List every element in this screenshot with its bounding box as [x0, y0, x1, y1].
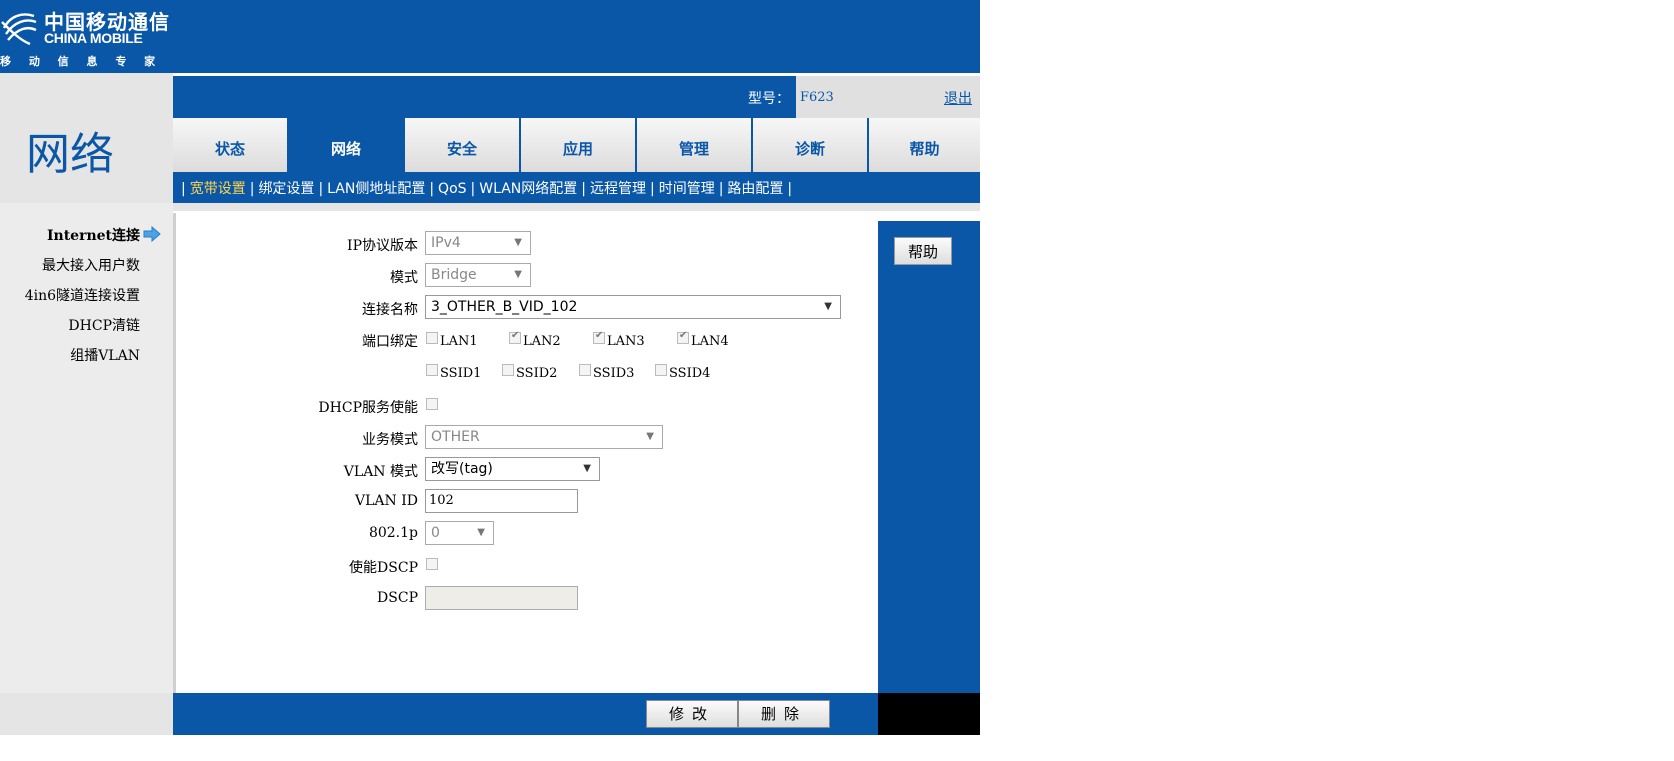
help-column — [878, 221, 980, 693]
sidebar-item-4in6[interactable]: 4in6隧道连接设置 — [0, 285, 140, 305]
tab-help[interactable]: 帮助 — [869, 118, 980, 172]
separator: | — [581, 181, 586, 197]
vlan-id-input[interactable]: 102 — [425, 489, 578, 513]
main-tabs: 状态 网络 安全 应用 管理 诊断 帮助 — [173, 118, 980, 172]
lan3-label: LAN3 — [607, 334, 645, 349]
service-mode-label: 业务模式 — [362, 432, 418, 448]
divider-strip — [173, 203, 980, 211]
ssid3-label: SSID3 — [593, 366, 635, 381]
ip-version-label: IP协议版本 — [347, 238, 418, 254]
caret-down-icon: ▼ — [477, 527, 485, 538]
conn-name-select[interactable]: 3_OTHER_B_VID_102 ▼ — [425, 295, 841, 319]
dscp-enable-checkbox[interactable] — [426, 558, 438, 570]
ssid4-checkbox[interactable] — [655, 364, 667, 376]
page-title: 网络 — [26, 129, 114, 180]
mode-select[interactable]: Bridge ▼ — [425, 263, 531, 287]
separator: | — [318, 181, 324, 197]
separator: | — [470, 181, 476, 197]
separator: | — [649, 181, 655, 197]
ssid1-label: SSID1 — [440, 366, 482, 381]
separator: | — [787, 181, 793, 197]
modify-button[interactable]: 修改 — [646, 700, 738, 728]
dscp-input[interactable] — [425, 586, 578, 610]
dscp-label: DSCP — [377, 590, 418, 606]
vlan-id-label: VLAN ID — [355, 493, 418, 509]
vlan-mode-label: VLAN 模式 — [343, 464, 418, 480]
port-bind-label: 端口绑定 — [362, 334, 418, 350]
lan2-checkbox[interactable] — [509, 330, 521, 344]
sidebar — [0, 203, 173, 693]
caret-down-icon: ▼ — [514, 237, 522, 248]
caret-down-icon: ▼ — [583, 463, 591, 474]
service-mode-value: OTHER — [431, 429, 480, 445]
conn-name-label: 连接名称 — [362, 302, 418, 318]
ssid2-checkbox[interactable] — [502, 364, 514, 376]
mode-label: 模式 — [390, 270, 418, 286]
vlan-mode-value: 改写(tag) — [431, 461, 493, 477]
separator: | — [429, 181, 435, 197]
bottom-left-strip — [0, 693, 173, 735]
subnav-route-config[interactable]: 路由配置 — [727, 181, 783, 197]
sidebar-item-multicast-vlan[interactable]: 组播VLAN — [0, 345, 140, 365]
tab-management[interactable]: 管理 — [637, 118, 753, 172]
8021p-label: 802.1p — [368, 525, 418, 541]
dhcp-enable-label: DHCP服务使能 — [318, 400, 418, 416]
ssid2-label: SSID2 — [516, 366, 558, 381]
model-value: F623 — [800, 90, 834, 105]
arrow-right-icon — [143, 226, 161, 242]
caret-down-icon: ▼ — [824, 301, 832, 312]
delete-button[interactable]: 删除 — [738, 700, 830, 728]
lan4-checkbox[interactable] — [677, 330, 689, 344]
caret-down-icon: ▼ — [646, 431, 654, 442]
ssid3-checkbox[interactable] — [579, 364, 591, 376]
brand-slogan: 移 动 信 息 专 家 — [0, 55, 156, 68]
subnav-remote-management[interactable]: 远程管理 — [590, 181, 646, 197]
dscp-enable-label: 使能DSCP — [349, 560, 418, 576]
sub-navigation: | 宽带设置 | 绑定设置 | LAN侧地址配置 | QoS | WLAN网络配置 | 远程管理 | 时间… — [173, 172, 980, 203]
sidebar-item-dhcp-clear[interactable]: DHCP清链 — [0, 315, 140, 335]
8021p-value: 0 — [431, 525, 440, 541]
lan4-label: LAN4 — [691, 334, 729, 349]
ssid4-label: SSID4 — [669, 366, 711, 381]
ip-version-select[interactable]: IPv4 ▼ — [425, 231, 531, 255]
router-admin-app: 中国移动通信 CHINA MOBILE 移 动 信 息 专 家 网络 型号： F… — [0, 0, 980, 735]
lan1-checkbox[interactable] — [426, 332, 438, 344]
tab-status[interactable]: 状态 — [173, 118, 289, 172]
china-mobile-logo-icon — [1, 13, 37, 46]
caret-down-icon: ▼ — [514, 269, 522, 280]
subnav-binding[interactable]: 绑定设置 — [258, 181, 314, 197]
lan1-label: LAN1 — [440, 334, 478, 349]
subnav-wlan[interactable]: WLAN网络配置 — [479, 181, 577, 197]
tab-network[interactable]: 网络 — [289, 118, 405, 172]
bottom-right-block — [878, 693, 980, 735]
ip-version-value: IPv4 — [431, 235, 461, 251]
conn-name-value: 3_OTHER_B_VID_102 — [431, 299, 578, 315]
separator: | — [181, 181, 186, 197]
subnav-lan-address[interactable]: LAN侧地址配置 — [327, 181, 425, 197]
subnav-qos[interactable]: QoS — [438, 181, 466, 197]
tab-security[interactable]: 安全 — [405, 118, 521, 172]
help-button[interactable]: 帮助 — [894, 237, 952, 265]
brand-name-en: CHINA MOBILE — [44, 30, 143, 46]
tab-application[interactable]: 应用 — [521, 118, 637, 172]
separator: | — [249, 181, 255, 197]
8021p-select[interactable]: 0 ▼ — [425, 521, 494, 545]
mode-value: Bridge — [431, 267, 477, 283]
china-mobile-logo: 中国移动通信 CHINA MOBILE 移 动 信 息 专 家 — [0, 2, 169, 68]
dhcp-enable-checkbox[interactable] — [426, 398, 438, 410]
ssid1-checkbox[interactable] — [426, 364, 438, 376]
sidebar-item-max-users[interactable]: 最大接入用户数 — [0, 255, 140, 275]
vlan-mode-select[interactable]: 改写(tag) ▼ — [425, 457, 600, 481]
sidebar-item-internet[interactable]: Internet连接 — [0, 225, 140, 245]
tab-diagnosis[interactable]: 诊断 — [753, 118, 869, 172]
separator: | — [718, 181, 724, 197]
lan2-label: LAN2 — [523, 334, 561, 349]
service-mode-select[interactable]: OTHER ▼ — [425, 425, 663, 449]
model-label: 型号： — [748, 91, 790, 107]
subnav-time-management[interactable]: 时间管理 — [659, 181, 715, 197]
subnav-broadband[interactable]: 宽带设置 — [190, 181, 246, 197]
logout-link[interactable]: 退出 — [944, 88, 972, 108]
lan3-checkbox[interactable] — [593, 330, 605, 344]
